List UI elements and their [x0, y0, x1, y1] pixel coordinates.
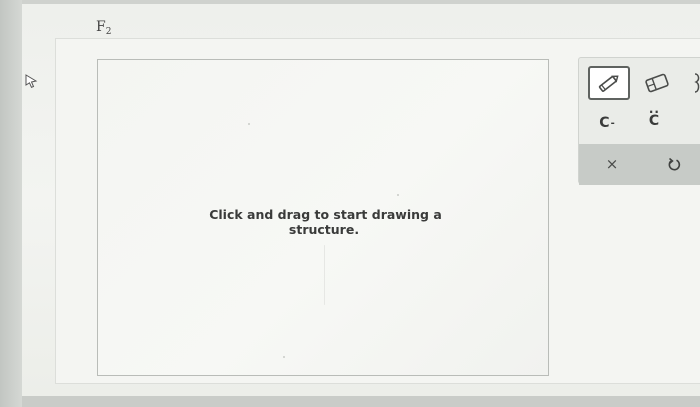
canvas-speck: [324, 245, 325, 305]
eraser-button[interactable]: [639, 68, 675, 98]
carbon-lone-pair-button[interactable]: .. C: [641, 102, 667, 136]
pencil-button[interactable]: [588, 66, 630, 100]
formula-base: F: [96, 19, 106, 35]
close-icon: ×: [605, 155, 619, 173]
canvas-speck: [397, 194, 399, 196]
undo-button[interactable]: [663, 151, 685, 177]
left-margin: [0, 0, 22, 407]
drawing-canvas[interactable]: Click and drag to start drawing a struct…: [97, 59, 549, 376]
canvas-speck: [283, 356, 285, 358]
canvas-hint: Click and drag to start drawing a struct…: [98, 207, 550, 237]
cursor-icon: [25, 74, 38, 88]
pencil-icon: [598, 75, 619, 92]
eraser-icon: [645, 73, 669, 93]
carbon-anion-charge: -: [610, 117, 615, 129]
canvas-hint-line: Click and drag to start drawing a: [209, 207, 442, 222]
drawing-toolbar: C- .. C ×: [578, 57, 700, 185]
carbon-anion-button[interactable]: C-: [593, 110, 621, 136]
more-tools-icon[interactable]: [689, 70, 700, 96]
canvas-hint-line: structure.: [288, 222, 360, 237]
undo-icon: [668, 157, 681, 171]
carbon-anion-symbol: C: [599, 115, 610, 131]
formula-subscript: 2: [105, 27, 112, 37]
canvas-speck: [248, 123, 250, 125]
bottom-margin: [22, 396, 700, 407]
molecule-formula: F2: [96, 19, 111, 37]
clear-button[interactable]: ×: [601, 151, 623, 177]
carbon-lone-pair-dots: ..: [648, 102, 660, 116]
